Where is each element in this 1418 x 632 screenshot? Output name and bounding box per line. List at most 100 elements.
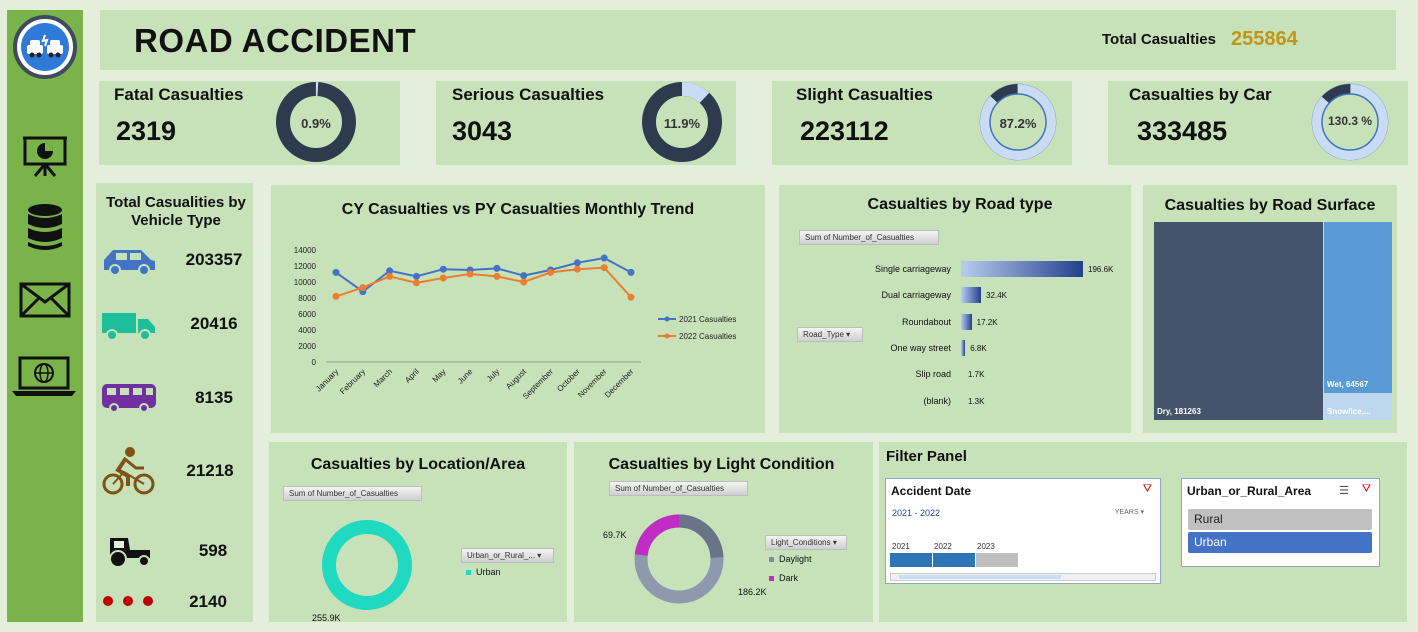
x-tick-label: May: [431, 367, 448, 384]
sum-field-button[interactable]: Sum of Number_of_Casualties: [799, 230, 939, 245]
data-point[interactable]: [412, 279, 420, 287]
light-conditions-filter-button[interactable]: Light_Conditions ▾: [765, 535, 847, 550]
treemap-label: Snow/ice,...: [1327, 407, 1371, 416]
road-type-title: Casualties by Road type: [867, 196, 1053, 213]
bar[interactable]: [961, 261, 1083, 277]
presentation-chart-icon[interactable]: [21, 135, 69, 182]
bar-category-label: One way street: [890, 342, 951, 353]
legend-label: 2022 Casualties: [679, 332, 736, 341]
location-value-label: 255.9K: [312, 613, 341, 623]
car-crash-logo-icon[interactable]: [13, 15, 77, 79]
data-point[interactable]: [627, 268, 635, 276]
location-donut: [322, 520, 412, 610]
light-donut: [634, 514, 724, 604]
x-tick-label: February: [338, 367, 367, 396]
total-casualties-value: 255864: [1231, 28, 1298, 50]
data-point[interactable]: [439, 265, 447, 273]
bar-value-label: 1.7K: [968, 370, 985, 380]
bar-value-label: 196.6K: [1088, 265, 1114, 274]
timeline-level-select[interactable]: YEARS ▾: [1115, 508, 1144, 516]
urban-rural-filter-button[interactable]: Urban_or_Rural_... ▾: [461, 548, 554, 563]
light-title: Casualties by Light Condition: [608, 456, 835, 473]
bar[interactable]: [961, 393, 963, 409]
road-type-filter-button[interactable]: Road_Type ▾: [797, 327, 863, 342]
y-tick-label: 12000: [294, 262, 317, 271]
data-point[interactable]: [600, 264, 608, 272]
daylight-value-label: 186.2K: [738, 587, 767, 597]
legend-swatch: [769, 576, 774, 581]
timeline-bar-2021[interactable]: [890, 553, 932, 567]
data-point[interactable]: [520, 278, 528, 286]
bar[interactable]: [961, 366, 963, 382]
kpi-percentage: 130.3 %: [1327, 114, 1373, 128]
kpi-percentage: 11.9%: [663, 116, 701, 131]
data-point[interactable]: [359, 284, 367, 292]
timeline-scrollbar[interactable]: [890, 573, 1156, 581]
kpi-value: 2319: [116, 116, 177, 146]
slicer-option-urban[interactable]: Urban: [1188, 532, 1372, 553]
kpi-label: Casualties by Car: [1129, 85, 1272, 104]
treemap-label: Dry, 181263: [1157, 407, 1201, 416]
y-tick-label: 8000: [298, 294, 316, 303]
vehicle-value-truck: 20416: [190, 314, 238, 333]
data-point[interactable]: [412, 272, 420, 280]
treemap-snow[interactable]: Snow/ice,...: [1324, 393, 1392, 420]
y-tick-label: 14000: [294, 246, 317, 255]
bar[interactable]: [961, 287, 982, 304]
data-point[interactable]: [332, 292, 340, 300]
location-legend: Urban: [466, 567, 501, 577]
accident-date-timeline[interactable]: Accident Date ⛛ 2021 - 2022 YEARS ▾ 2021…: [885, 478, 1161, 584]
data-point[interactable]: [466, 270, 474, 278]
timeline-range: 2021 - 2022: [892, 508, 941, 518]
multi-select-icon[interactable]: ☰: [1339, 484, 1349, 497]
x-tick-label: January: [314, 367, 340, 393]
mail-icon[interactable]: [19, 282, 71, 323]
car-icon: [104, 250, 155, 276]
sum-field-button[interactable]: Sum of Number_of_Casualties: [609, 481, 748, 496]
bar-category-label: Roundabout: [901, 316, 951, 327]
vehicle-value-car: 203357: [185, 250, 243, 269]
bar[interactable]: [961, 339, 966, 356]
x-tick-label: June: [456, 367, 475, 386]
y-tick-label: 0: [312, 358, 317, 367]
data-point[interactable]: [573, 259, 581, 267]
data-point[interactable]: [493, 264, 501, 272]
x-tick-label: July: [485, 367, 501, 383]
slicer-option-rural[interactable]: Rural: [1188, 509, 1372, 530]
database-icon[interactable]: [25, 202, 65, 257]
page-title: ROAD ACCIDENT: [134, 22, 417, 59]
data-point[interactable]: [493, 272, 501, 280]
scrollbar-thumb[interactable]: [899, 575, 1061, 579]
legend-swatch: [466, 570, 471, 575]
data-point[interactable]: [600, 254, 608, 262]
data-point[interactable]: [573, 265, 581, 273]
trend-line-chart: 14000 12000 10000 8000 6000 4000 2000 0JanuaryF…: [294, 246, 737, 401]
x-tick-label: April: [403, 367, 421, 385]
treemap-dry[interactable]: Dry, 181263: [1154, 222, 1323, 420]
data-point[interactable]: [520, 272, 528, 280]
clear-filter-icon[interactable]: ⛛: [1143, 483, 1152, 496]
bar-value-label: 1.3K: [968, 396, 985, 406]
kpi-value: 333485: [1137, 116, 1228, 146]
timeline-bar-2023[interactable]: [976, 553, 1018, 567]
x-tick-label: December: [603, 367, 636, 400]
clear-filter-icon[interactable]: ⛛: [1362, 483, 1371, 496]
bar-category-label: (blank): [923, 395, 951, 406]
vehicle-value-bicycle: 21218: [186, 461, 234, 480]
data-point[interactable]: [547, 268, 555, 276]
truck-icon: [102, 313, 155, 341]
sum-field-button[interactable]: Sum of Number_of_Casualties: [283, 486, 422, 501]
treemap-wet[interactable]: Wet, 64567: [1324, 222, 1392, 393]
data-point[interactable]: [627, 293, 635, 301]
timeline-year-2022: 2022: [934, 542, 952, 551]
data-point[interactable]: [332, 268, 340, 276]
data-point[interactable]: [386, 272, 394, 280]
data-point[interactable]: [439, 274, 447, 282]
laptop-globe-icon[interactable]: [10, 355, 78, 402]
timeline-bar-2022[interactable]: [933, 553, 975, 567]
dots-icon: [103, 596, 153, 606]
bar[interactable]: [961, 313, 972, 330]
bar-value-label: 17.2K: [976, 317, 998, 327]
timeline-title: Accident Date: [891, 484, 972, 498]
vehicle-value-other: 2140: [189, 592, 227, 611]
